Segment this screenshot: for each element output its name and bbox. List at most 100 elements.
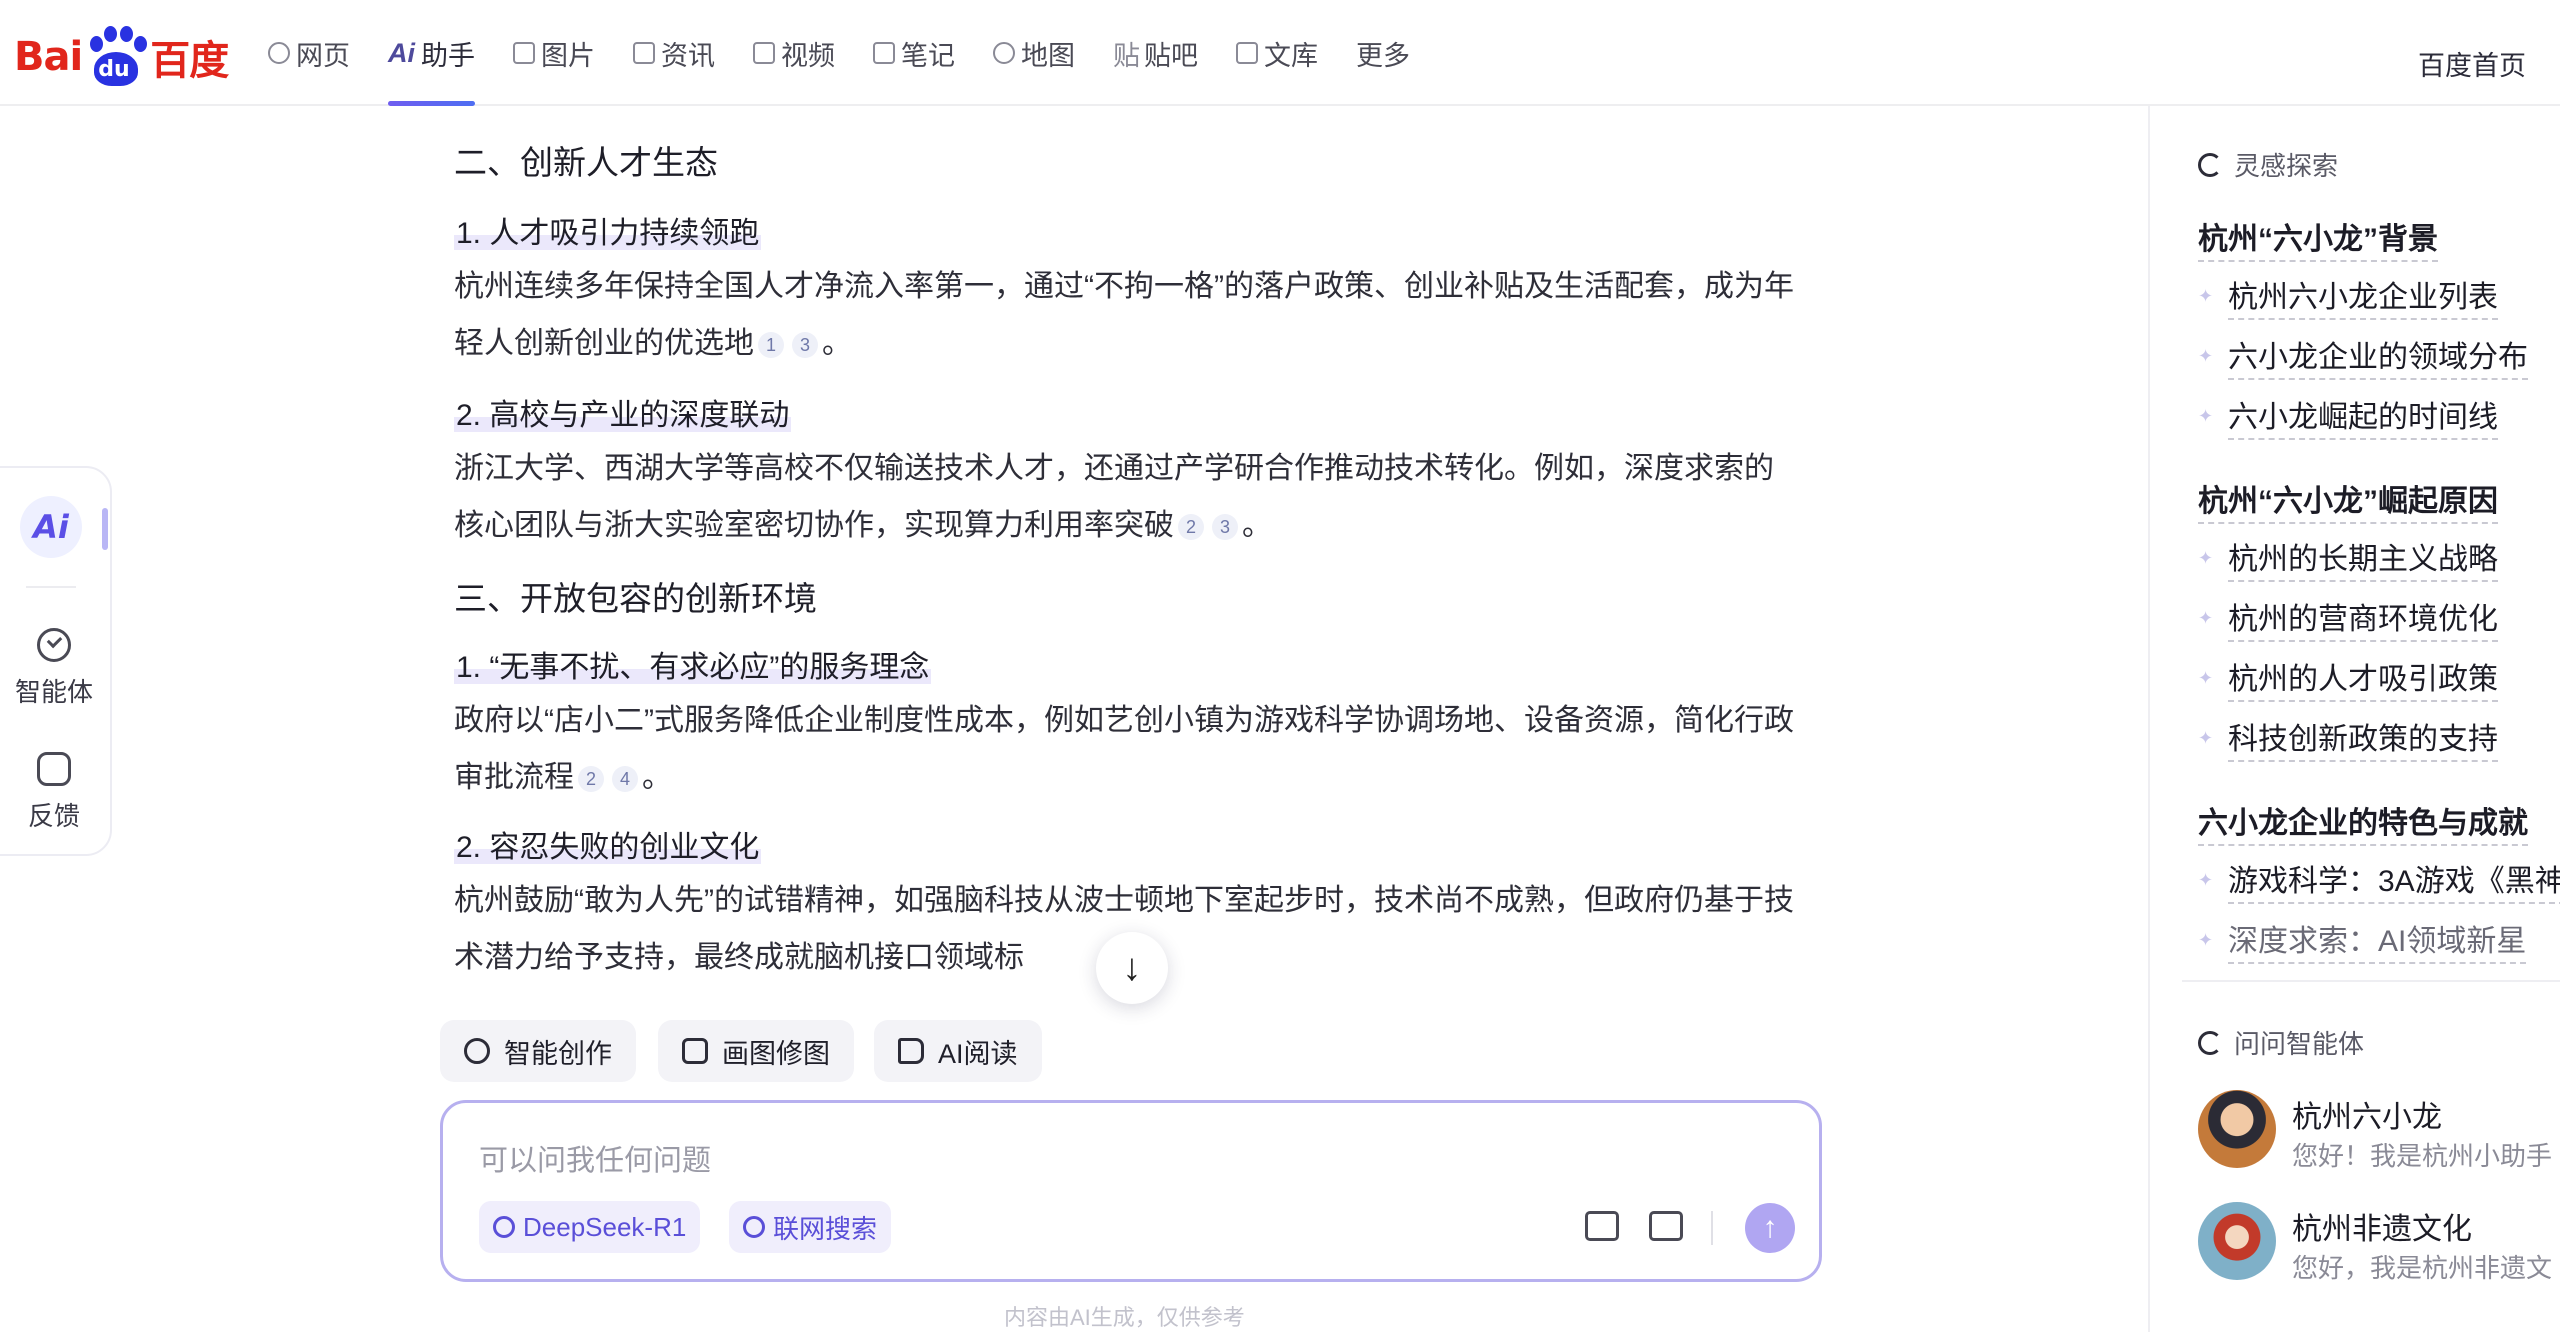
divider <box>2182 980 2560 982</box>
topic-item[interactable]: ✦ 杭州的营商环境优化 <box>2198 594 2498 642</box>
paragraph: 杭州连续多年保持全国人才净流入率第一，通过“不拘一格”的落户政策、创业补贴及生活… <box>454 270 1794 360</box>
agents-title: 问问智能体 <box>2198 1024 2364 1061</box>
nav-item-library[interactable]: 文库 <box>1236 0 1318 106</box>
divider <box>26 586 76 588</box>
section-heading: 三、开放包容的创新环境 <box>454 580 817 617</box>
library-icon <box>1236 42 1258 64</box>
image-edit-button[interactable]: 画图修图 <box>658 1020 854 1082</box>
nav-item-images[interactable]: 图片 <box>513 0 595 106</box>
sparkle-icon: ✦ <box>2198 547 2214 568</box>
subheading: 1. 人才吸引力持续领跑 <box>454 217 762 250</box>
citation-badge[interactable]: 3 <box>1212 514 1238 541</box>
sparkle-icon: ✦ <box>2198 869 2214 890</box>
logo-text-bai: Bai <box>14 34 83 80</box>
feedback-icon <box>37 752 71 786</box>
section-heading: 二、创新人才生态 <box>454 144 718 181</box>
nav-item-tieba[interactable]: 贴贴吧 <box>1113 0 1198 106</box>
topic-item[interactable]: ✦ 杭州六小龙企业列表 <box>2198 272 2498 320</box>
agent-card[interactable]: 杭州六小龙 您好！我是杭州小助手 <box>2198 1090 2560 1171</box>
ai-active-indicator <box>102 508 108 550</box>
topic-item[interactable]: ✦ 游戏科学：3A游戏《黑神 <box>2198 856 2560 904</box>
citation-badge[interactable]: 4 <box>612 766 638 793</box>
ai-read-button[interactable]: AI阅读 <box>874 1020 1042 1082</box>
pen-icon <box>464 1038 490 1064</box>
logo-text-du: du <box>98 57 130 82</box>
baidu-home-link[interactable]: 百度首页 <box>2418 44 2526 83</box>
citation-badge[interactable]: 1 <box>758 332 784 359</box>
agent-icon <box>2198 1030 2222 1055</box>
ai-disclaimer: 内容由AI生成，仅供参考 <box>1004 1305 1245 1330</box>
smart-create-button[interactable]: 智能创作 <box>440 1020 636 1082</box>
left-floating-bar: Ai 智能体 反馈 <box>0 466 112 856</box>
feedback-button[interactable]: 反馈 <box>0 752 110 833</box>
topic-item[interactable]: ✦ 深度求索：AI领域新星 <box>2198 916 2527 964</box>
image-upload-icon[interactable] <box>1649 1211 1683 1241</box>
subheading: 2. 容忍失败的创业文化 <box>454 831 762 864</box>
sparkle-icon: ✦ <box>2198 667 2214 688</box>
sparkle-icon: ✦ <box>2198 607 2214 628</box>
topic-group-title[interactable]: 杭州“六小龙”背景 <box>2198 214 2438 262</box>
nav-item-video[interactable]: 视频 <box>753 0 835 106</box>
top-header: Bai du 百度 网页 Ai 助手 图片 资讯 视频 笔记 地图 贴贴吧 文库 … <box>0 0 2560 106</box>
map-icon <box>993 42 1015 64</box>
citation-badge[interactable]: 2 <box>1178 514 1204 541</box>
top-nav: 网页 Ai 助手 图片 资讯 视频 笔记 地图 贴贴吧 文库 更多 <box>268 0 1448 106</box>
nav-item-more[interactable]: 更多 <box>1356 0 1410 106</box>
avatar <box>2198 1090 2276 1168</box>
image-edit-icon <box>682 1038 708 1064</box>
nav-item-web[interactable]: 网页 <box>268 0 350 106</box>
paragraph: 政府以“店小二”式服务降低企业制度性成本，例如艺创小镇为游戏科学协调场地、设备资… <box>454 704 1794 794</box>
paragraph: 浙江大学、西湖大学等高校不仅输送技术人才，还通过产学研合作推动技术转化。例如，深… <box>454 452 1774 542</box>
ai-icon: Ai <box>388 37 415 68</box>
nav-item-news[interactable]: 资讯 <box>633 0 715 106</box>
topic-item[interactable]: ✦ 杭州的人才吸引政策 <box>2198 654 2498 702</box>
topic-item[interactable]: ✦ 六小龙企业的领域分布 <box>2198 332 2528 380</box>
web-search-chip[interactable]: 联网搜索 <box>729 1201 892 1253</box>
sparkle-icon: ✦ <box>2198 727 2214 748</box>
nav-item-map[interactable]: 地图 <box>993 0 1075 106</box>
arrow-down-icon: ↓ <box>1122 946 1142 989</box>
tieba-icon: 贴 <box>1113 40 1140 71</box>
sparkle-icon: ✦ <box>2198 405 2214 426</box>
deepseek-icon <box>493 1216 515 1238</box>
citation-badge[interactable]: 2 <box>578 766 604 793</box>
nav-item-notes[interactable]: 笔记 <box>873 0 955 106</box>
book-icon <box>898 1038 924 1064</box>
globe-icon <box>743 1216 765 1238</box>
agent-icon <box>37 628 71 662</box>
sparkle-icon: ✦ <box>2198 285 2214 306</box>
baidu-logo[interactable]: Bai du 百度 <box>14 22 229 92</box>
send-button[interactable]: ↑ <box>1745 1203 1795 1253</box>
logo-text-baidu: 百度 <box>150 38 229 84</box>
topic-item[interactable]: ✦ 科技创新政策的支持 <box>2198 714 2498 762</box>
scroll-down-button[interactable]: ↓ <box>1096 932 1168 1004</box>
right-sidebar: 灵感探索 杭州“六小龙”背景 ✦ 杭州六小龙企业列表 ✦ 六小龙企业的领域分布 ✦ 六… <box>2148 106 2560 1332</box>
note-icon <box>873 42 895 64</box>
chat-input-box[interactable]: 可以问我任何问题 DeepSeek-R1 联网搜索 ↑ <box>440 1100 1822 1282</box>
nav-item-assistant[interactable]: Ai 助手 <box>388 0 475 106</box>
refresh-sparkle-icon <box>2198 152 2222 177</box>
folder-icon[interactable] <box>1585 1211 1619 1241</box>
subheading: 1. “无事不扰、有求必应”的服务理念 <box>454 651 932 684</box>
video-icon <box>753 42 775 64</box>
agent-card[interactable]: 杭州非遗文化 您好，我是杭州非遗文 <box>2198 1202 2560 1283</box>
arrow-up-icon: ↑ <box>1762 1211 1778 1244</box>
image-icon <box>513 42 535 64</box>
subheading: 2. 高校与产业的深度联动 <box>454 399 792 432</box>
paw-icon: du <box>84 26 148 88</box>
model-select-chip[interactable]: DeepSeek-R1 <box>479 1201 701 1253</box>
chat-input-placeholder[interactable]: 可以问我任何问题 <box>479 1137 711 1179</box>
avatar <box>2198 1202 2276 1280</box>
topic-group-title[interactable]: 杭州“六小龙”崛起原因 <box>2198 476 2498 524</box>
ai-assistant-button[interactable]: Ai <box>20 496 82 558</box>
divider <box>1711 1211 1713 1245</box>
citation-badge[interactable]: 3 <box>792 332 818 359</box>
topic-item[interactable]: ✦ 杭州的长期主义战略 <box>2198 534 2498 582</box>
agents-button[interactable]: 智能体 <box>0 628 110 709</box>
sparkle-icon: ✦ <box>2198 929 2214 950</box>
explore-title: 灵感探索 <box>2198 146 2338 183</box>
sparkle-icon: ✦ <box>2198 345 2214 366</box>
search-icon <box>268 42 290 64</box>
topic-item[interactable]: ✦ 六小龙崛起的时间线 <box>2198 392 2498 440</box>
topic-group-title[interactable]: 六小龙企业的特色与成就 <box>2198 798 2528 846</box>
